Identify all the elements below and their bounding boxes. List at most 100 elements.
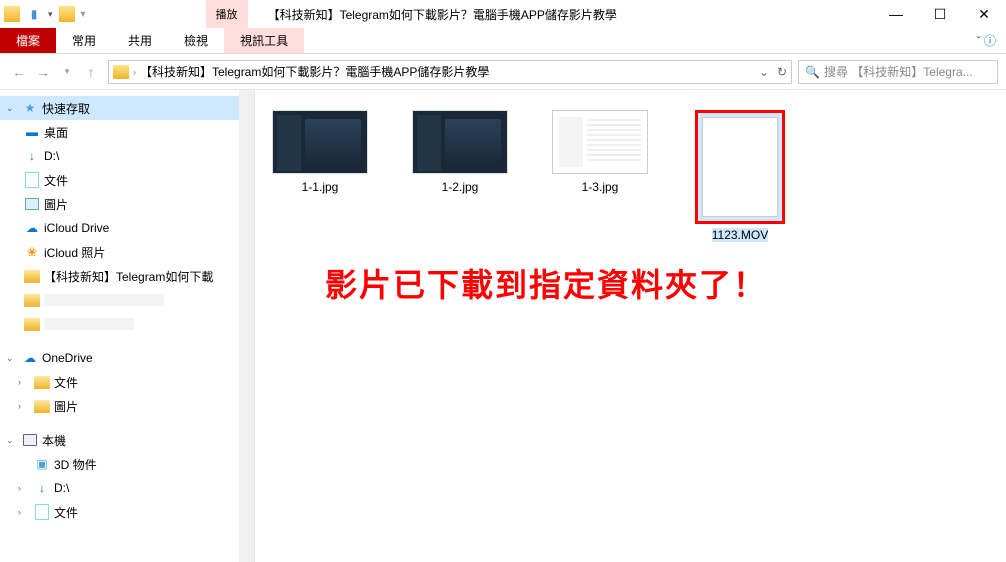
- sidebar-quick-access[interactable]: ⌄ ★ 快速存取: [0, 96, 254, 120]
- pin-icon: ★: [22, 100, 38, 116]
- window-title: 【科技新知】Telegram如何下載影片？電腦手機APP儲存影片教學: [248, 0, 874, 28]
- folder-icon: [24, 316, 40, 332]
- image-thumbnail: [552, 110, 648, 174]
- sidebar-item-label: 圖片: [44, 196, 68, 213]
- ribbon-tab-share[interactable]: 共用: [112, 28, 168, 53]
- file-item-selected[interactable]: 1123.MOV: [685, 110, 795, 242]
- photos-icon: ❀: [24, 244, 40, 260]
- sidebar-od-pictures[interactable]: › 圖片: [0, 394, 254, 418]
- sidebar-item-label: 文件: [54, 504, 78, 521]
- sidebar-item-label: 快速存取: [42, 100, 90, 117]
- sidebar-telegram-folder[interactable]: 【科技新知】Telegram如何下載: [0, 264, 254, 288]
- chevron-down-icon[interactable]: ⌄: [6, 103, 18, 114]
- minimize-button[interactable]: —: [874, 0, 918, 28]
- onedrive-icon: ☁: [22, 350, 38, 366]
- nav-back-icon[interactable]: ←: [8, 61, 30, 83]
- document-icon: [24, 172, 40, 188]
- qa-folder-icon: [59, 6, 75, 22]
- file-item[interactable]: 1-2.jpg: [405, 110, 515, 194]
- file-name: 1-3.jpg: [582, 180, 619, 194]
- sidebar-blurred-2[interactable]: [0, 312, 254, 336]
- folder-icon: [24, 292, 40, 308]
- address-folder-icon: [113, 65, 129, 79]
- ribbon-tab-home[interactable]: 常用: [56, 28, 112, 53]
- chevron-right-icon[interactable]: ›: [18, 401, 30, 411]
- pc-icon: [22, 432, 38, 448]
- sidebar-3d-objects[interactable]: › ▣ 3D 物件: [0, 452, 254, 476]
- download-icon: ↓: [24, 148, 40, 164]
- ribbon-tab-video-tools[interactable]: 視訊工具: [224, 28, 304, 53]
- sidebar-od-documents[interactable]: › 文件: [0, 370, 254, 394]
- sidebar-item-label: 【科技新知】Telegram如何下載: [44, 268, 213, 285]
- image-thumbnail: [412, 110, 508, 174]
- sidebar-documents[interactable]: 文件: [0, 168, 254, 192]
- search-icon: 🔍: [805, 65, 820, 79]
- breadcrumb[interactable]: 【科技新知】Telegram如何下載影片？電腦手機APP儲存影片教學: [140, 63, 489, 80]
- sidebar-this-pc[interactable]: ⌄ 本機: [0, 428, 254, 452]
- qa-overflow-icon[interactable]: ▾: [81, 9, 86, 20]
- nav-up-icon[interactable]: ↑: [80, 61, 102, 83]
- sidebar-pc-documents[interactable]: › 文件: [0, 500, 254, 524]
- desktop-icon: ▬: [24, 124, 40, 140]
- search-placeholder: 搜尋 【科技新知】Telegra...: [824, 63, 973, 80]
- chevron-right-icon[interactable]: ›: [18, 483, 30, 493]
- file-item[interactable]: 1-1.jpg: [265, 110, 375, 194]
- file-name: 1-1.jpg: [302, 180, 339, 194]
- annotation-text: 影片已下載到指定資料夾了！: [325, 260, 767, 306]
- video-thumbnail: [702, 117, 778, 217]
- qa-save-icon[interactable]: ▮: [26, 6, 42, 22]
- file-list[interactable]: 1-1.jpg 1-2.jpg 1-3.jpg 1123.MOV 影片已下載到指…: [255, 90, 1006, 562]
- maximize-button[interactable]: ☐: [918, 0, 962, 28]
- chevron-down-icon[interactable]: ⌄: [6, 353, 18, 364]
- ribbon-tabs: 檔案 常用 共用 檢視 視訊工具 ˇ ⓘ: [0, 28, 1006, 54]
- sidebar-d-drive[interactable]: ↓ D:\: [0, 144, 254, 168]
- sidebar-blurred-1[interactable]: [0, 288, 254, 312]
- blurred-label: [44, 294, 164, 306]
- sidebar-item-label: D:\: [54, 481, 69, 495]
- ribbon-help-icon[interactable]: ˇ ⓘ: [961, 28, 1006, 53]
- sidebar-scrollbar[interactable]: [239, 90, 254, 562]
- address-bar[interactable]: › 【科技新知】Telegram如何下載影片？電腦手機APP儲存影片教學 ⌄ ↻: [108, 60, 792, 84]
- sidebar-item-label: 文件: [44, 172, 68, 189]
- close-button[interactable]: ✕: [962, 0, 1006, 28]
- document-icon: [34, 504, 50, 520]
- app-folder-icon: [4, 6, 20, 22]
- sidebar-pictures[interactable]: 圖片: [0, 192, 254, 216]
- sidebar-icloud-drive[interactable]: ☁ iCloud Drive: [0, 216, 254, 240]
- search-input[interactable]: 🔍 搜尋 【科技新知】Telegra...: [798, 60, 998, 84]
- highlight-box: [695, 110, 785, 224]
- sidebar-desktop[interactable]: ▬ 桌面: [0, 120, 254, 144]
- pictures-icon: [24, 196, 40, 212]
- chevron-down-icon[interactable]: ⌄: [6, 435, 18, 446]
- chevron-right-icon[interactable]: ›: [18, 507, 30, 517]
- sidebar-item-label: 桌面: [44, 124, 68, 141]
- navigation-pane[interactable]: ⌄ ★ 快速存取 ▬ 桌面 ↓ D:\ 文件 圖片 ☁ iCloud Drive…: [0, 90, 255, 562]
- sidebar-item-label: 本機: [42, 432, 66, 449]
- folder-icon: [34, 398, 50, 414]
- qa-dropdown-icon[interactable]: ▾: [48, 9, 53, 20]
- sidebar-item-label: OneDrive: [42, 351, 93, 365]
- sidebar-pc-d-drive[interactable]: › ↓ D:\: [0, 476, 254, 500]
- sidebar-icloud-photos[interactable]: ❀ iCloud 照片: [0, 240, 254, 264]
- 3d-icon: ▣: [34, 456, 50, 472]
- file-item[interactable]: 1-3.jpg: [545, 110, 655, 194]
- ribbon-tab-view[interactable]: 檢視: [168, 28, 224, 53]
- cloud-icon: ☁: [24, 220, 40, 236]
- title-bar: ▮ ▾ ▾ 播放 【科技新知】Telegram如何下載影片？電腦手機APP儲存影…: [0, 0, 1006, 28]
- chevron-right-icon[interactable]: ›: [133, 67, 136, 77]
- sidebar-item-label: 圖片: [54, 398, 78, 415]
- blurred-label: [44, 318, 134, 330]
- refresh-icon[interactable]: ↻: [777, 65, 787, 79]
- nav-bar: ← → ▾ ↑ › 【科技新知】Telegram如何下載影片？電腦手機APP儲存…: [0, 54, 1006, 90]
- chevron-right-icon[interactable]: ›: [18, 377, 30, 387]
- sidebar-item-label: iCloud Drive: [44, 221, 109, 235]
- sidebar-item-label: iCloud 照片: [44, 244, 105, 261]
- sidebar-item-label: 3D 物件: [54, 456, 97, 473]
- sidebar-onedrive[interactable]: ⌄ ☁ OneDrive: [0, 346, 254, 370]
- ribbon-tab-file[interactable]: 檔案: [0, 28, 56, 53]
- ribbon-context-tab-play[interactable]: 播放: [206, 0, 248, 28]
- nav-history-icon[interactable]: ▾: [56, 61, 78, 83]
- nav-forward-icon[interactable]: →: [32, 61, 54, 83]
- address-dropdown-icon[interactable]: ⌄: [759, 65, 769, 79]
- sidebar-item-label: 文件: [54, 374, 78, 391]
